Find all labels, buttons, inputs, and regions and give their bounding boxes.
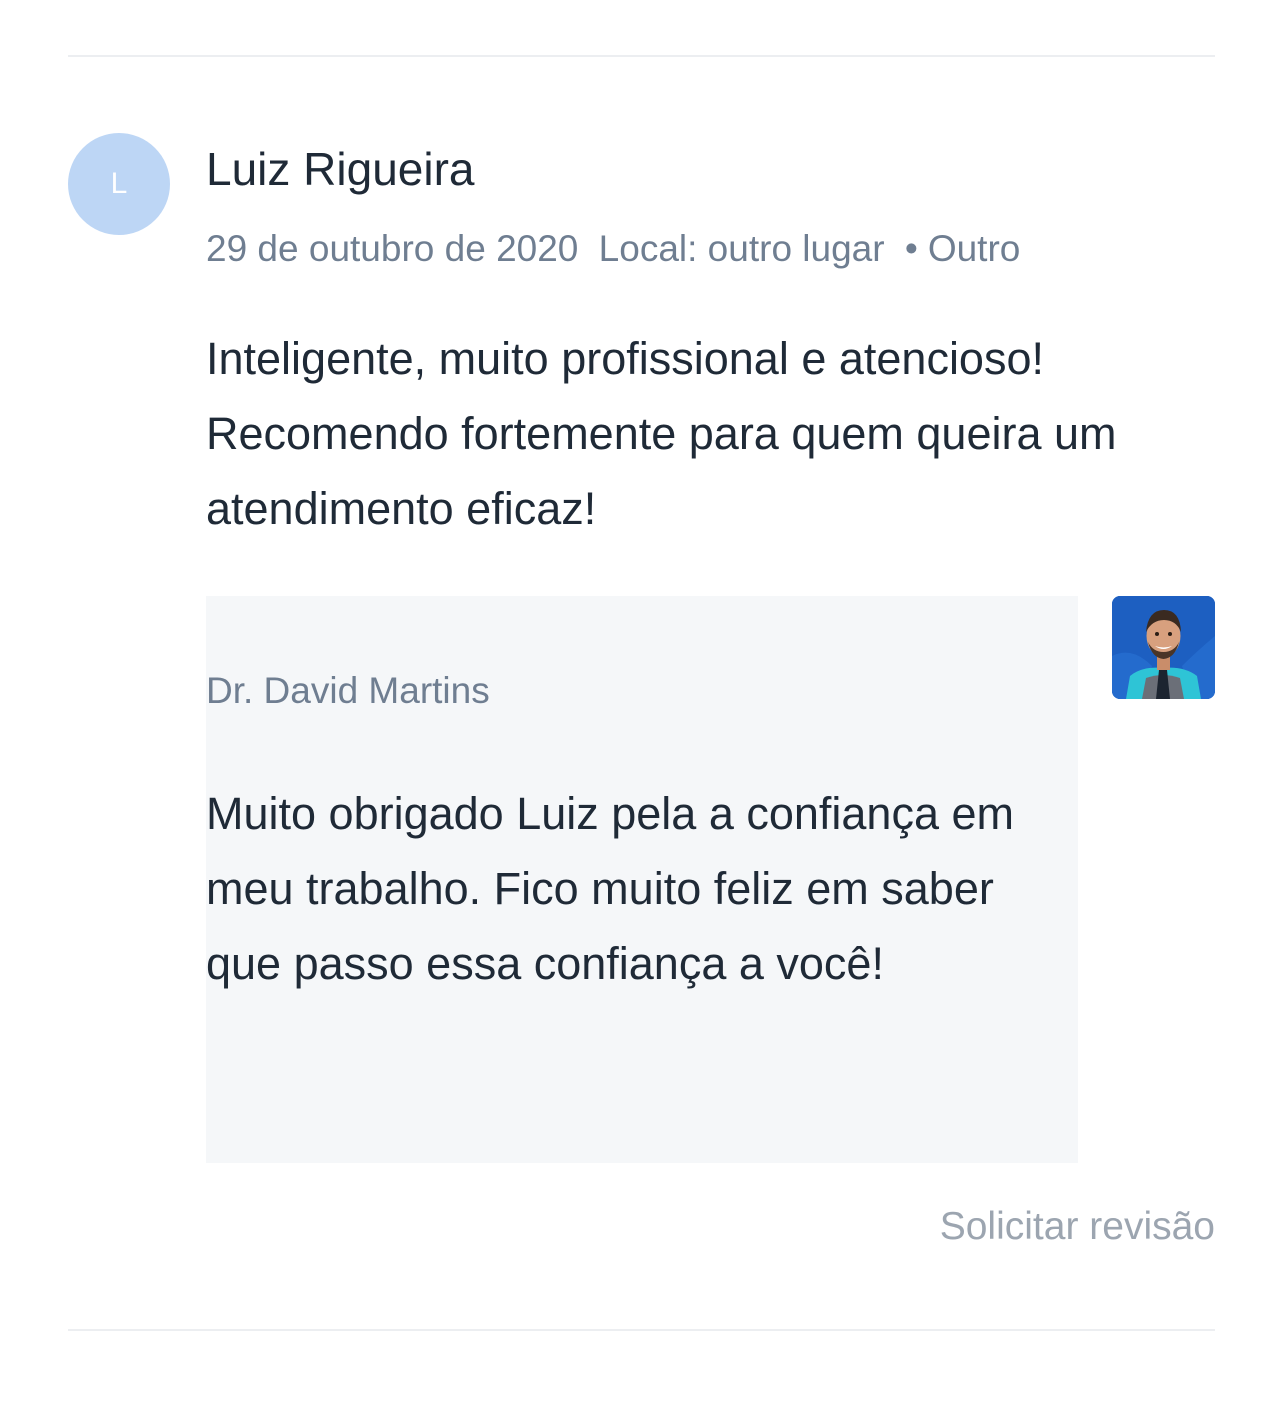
review-text: Inteligente, muito profissional e atenci… (206, 333, 1117, 534)
review-meta: 29 de outubro de 2020 Local: outro lugar… (206, 228, 1020, 270)
reviewer-avatar: L (68, 133, 170, 235)
review-date: 29 de outubro de 2020 (206, 228, 579, 269)
reply-author: Dr. David Martins (206, 670, 490, 711)
review-category: Outro (927, 228, 1021, 269)
meta-separator: • (904, 228, 918, 269)
doctor-photo (1112, 596, 1215, 699)
bottom-divider (68, 1329, 1215, 1331)
avatar-initial: L (110, 167, 128, 200)
top-divider (68, 55, 1215, 57)
doctor-reply: Dr. David Martins Muito obrigado Luiz pe… (206, 596, 1078, 1163)
reviewer-name: Luiz Rigueira (206, 143, 475, 195)
review-location: Local: outro lugar (598, 228, 885, 269)
request-review-link[interactable]: Solicitar revisão (940, 1205, 1215, 1249)
reply-text: Muito obrigado Luiz pela a confiança em … (206, 788, 1015, 989)
doctor-portrait-icon (1112, 596, 1215, 699)
